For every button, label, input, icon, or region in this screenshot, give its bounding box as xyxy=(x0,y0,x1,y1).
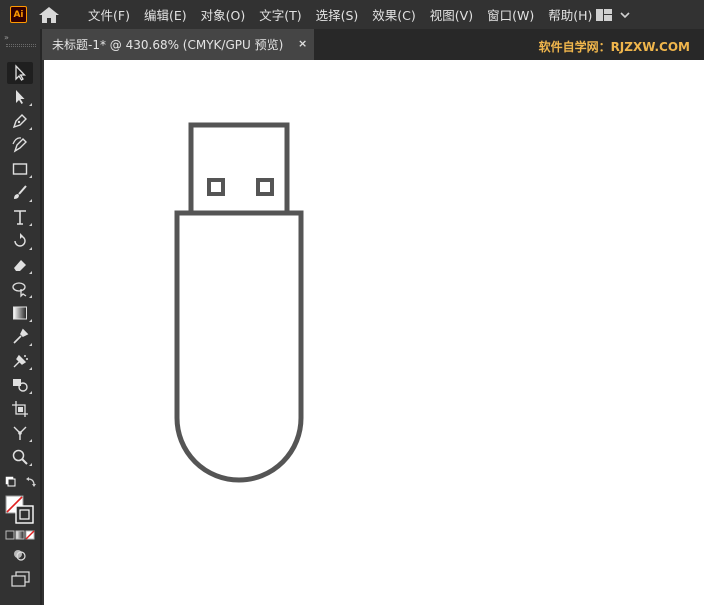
tools-panel: » xyxy=(0,29,42,605)
direct-selection-icon xyxy=(16,90,25,104)
menu-window[interactable]: 窗口(W) xyxy=(481,5,540,24)
zoom-tool[interactable] xyxy=(7,446,33,468)
gradient-tool[interactable] xyxy=(7,302,33,324)
shape-builder-tool[interactable] xyxy=(7,374,33,396)
close-icon[interactable]: × xyxy=(298,37,307,50)
type-icon xyxy=(14,210,26,225)
screen-mode-icon[interactable] xyxy=(11,571,31,587)
direct-selection-tool[interactable] xyxy=(7,86,33,108)
workspace-layout-icon xyxy=(596,9,630,21)
menu-help[interactable]: 帮助(H) xyxy=(542,5,598,24)
panel-collapse-icon[interactable]: » xyxy=(4,33,18,42)
rectangle-icon xyxy=(12,163,28,175)
eyedropper-icon xyxy=(13,328,29,344)
menu-effect[interactable]: 效果(C) xyxy=(366,5,421,24)
rotate-tool[interactable] xyxy=(7,230,33,252)
usb-connector-hole-right[interactable] xyxy=(256,178,274,196)
usb-connector-shape[interactable] xyxy=(188,122,290,216)
menu-edit[interactable]: 编辑(E) xyxy=(138,5,193,24)
menu-type[interactable]: 文字(T) xyxy=(253,5,307,24)
document-tab[interactable]: 未标题-1* @ 430.68% (CMYK/GPU 预览) × xyxy=(42,29,314,60)
paintbrush-tool[interactable] xyxy=(7,182,33,204)
pen-tool[interactable] xyxy=(7,110,33,132)
puppet-warp-tool[interactable] xyxy=(7,422,33,444)
document-tab-title: 未标题-1* @ 430.68% (CMYK/GPU 预览) xyxy=(52,38,284,52)
artboard-icon xyxy=(12,401,28,417)
rectangle-tool[interactable] xyxy=(7,158,33,180)
symbol-sprayer-icon xyxy=(13,354,28,368)
eraser-icon xyxy=(14,260,26,271)
gradient-icon xyxy=(13,306,27,320)
selection-tool[interactable] xyxy=(7,62,33,84)
symbol-sprayer-tool[interactable] xyxy=(7,350,33,372)
app-logo-text: Ai xyxy=(13,9,24,20)
menu-items: 文件(F) 编辑(E) 对象(O) 文字(T) 选择(S) 效果(C) 视图(V… xyxy=(82,0,600,29)
menu-view[interactable]: 视图(V) xyxy=(424,5,479,24)
puppet-warp-icon xyxy=(13,426,27,440)
artboard-tool[interactable] xyxy=(7,398,33,420)
paintbrush-icon xyxy=(14,185,27,199)
lasso-icon xyxy=(12,282,27,298)
app-logo-icon: Ai xyxy=(10,6,27,23)
document-tab-bar: 未标题-1* @ 430.68% (CMYK/GPU 预览) × 软件自学网：R… xyxy=(42,29,704,60)
type-tool[interactable] xyxy=(7,206,33,228)
shape-builder-icon xyxy=(13,379,28,392)
zoom-icon xyxy=(12,449,28,465)
watermark-text: 软件自学网：RJZXW.COM xyxy=(538,40,690,54)
usb-connector-hole-left[interactable] xyxy=(207,178,225,196)
default-fill-stroke-icon[interactable] xyxy=(5,476,39,490)
curvature-tool[interactable] xyxy=(7,134,33,156)
panel-grip[interactable] xyxy=(6,44,36,47)
eraser-tool[interactable] xyxy=(7,254,33,276)
color-mode-buttons[interactable] xyxy=(5,530,37,540)
selection-arrow-icon xyxy=(15,64,27,81)
menu-select[interactable]: 选择(S) xyxy=(310,5,365,24)
draw-mode-icon[interactable] xyxy=(11,547,29,563)
menu-bar: Ai 文件(F) 编辑(E) 对象(O) 文字(T) 选择(S) 效果(C) 视… xyxy=(0,0,704,29)
lasso-tool[interactable] xyxy=(7,278,33,300)
menu-object[interactable]: 对象(O) xyxy=(195,5,252,24)
usb-body-shape[interactable] xyxy=(174,210,304,483)
pen-icon xyxy=(12,114,27,129)
curvature-icon xyxy=(12,137,27,153)
usb-drive-artwork[interactable] xyxy=(44,60,704,605)
menu-file[interactable]: 文件(F) xyxy=(82,5,136,24)
rotate-icon xyxy=(14,233,26,247)
eyedropper-tool[interactable] xyxy=(7,326,33,348)
home-icon[interactable] xyxy=(38,6,60,24)
artboard-canvas[interactable] xyxy=(44,60,704,605)
workspace-switcher[interactable] xyxy=(594,7,634,23)
fill-stroke-swatch[interactable] xyxy=(5,495,35,525)
